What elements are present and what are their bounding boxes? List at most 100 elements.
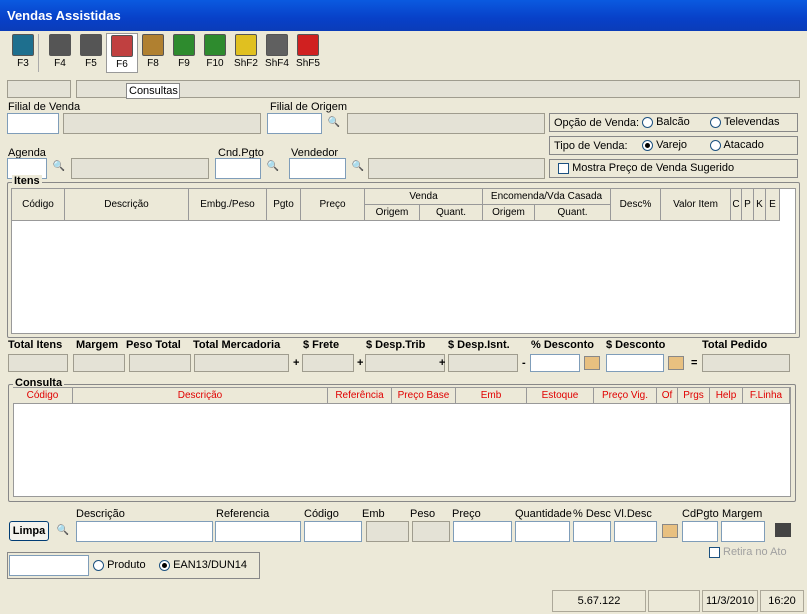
vendedor-search-icon[interactable]: 🔍 [350,160,366,174]
filial-origem-search-icon[interactable]: 🔍 [326,116,342,130]
vl-desc-key-icon[interactable] [662,524,678,538]
search-label-margem: Margem [722,508,763,520]
tools-icon [142,34,164,56]
status-time: 16:20 [760,590,804,612]
limpa-button[interactable]: Limpa [9,521,49,541]
toolbar-button-f10[interactable]: F10 [199,33,231,73]
itens-col-descricao[interactable]: Descrição [65,189,189,221]
total-operator-4: = [691,357,698,369]
toolbar-button-shf5[interactable]: ShF5 [292,33,324,73]
itens-col-desc[interactable]: Desc% [611,189,661,221]
radio-balcao[interactable]: Balcão [642,116,690,128]
search-binoculars-icon[interactable]: 🔍 [55,524,71,538]
tab-blank[interactable] [7,80,71,98]
cnd-pgto-input[interactable] [215,158,261,179]
search-field-margem[interactable] [721,521,765,542]
total-field-desconto[interactable] [606,354,664,372]
consulta-col-6[interactable]: Preço Vig. [594,388,657,404]
itens-col-quant[interactable]: Quant. [420,205,483,221]
itens-col-quant2[interactable]: Quant. [535,205,611,221]
toolbar-button-f9[interactable]: F9 [168,33,200,73]
search-field-descricao[interactable] [76,521,213,542]
toolbar-button-f3[interactable]: F3 [7,33,39,73]
total-field-total_itens [8,354,68,372]
search-label-codigo: Código [304,508,339,520]
retira-no-ato-checkbox[interactable]: Retira no Ato [709,546,787,558]
save-disk-icon[interactable] [775,523,791,537]
mostra-preco-box [558,162,569,174]
itens-col-codigo[interactable]: Código [12,189,65,221]
itens-col-p[interactable]: P [742,189,754,221]
consulta-col-1[interactable]: Descrição [73,388,328,404]
total-field-frete [302,354,354,372]
itens-col-venda[interactable]: Venda [365,189,483,205]
toolbar-key-label: ShF4 [265,58,289,69]
search-field-cdpgto[interactable] [682,521,718,542]
search-field-vl_desc[interactable] [614,521,657,542]
itens-col-origem2[interactable]: Origem [483,205,535,221]
search-field-preco[interactable] [453,521,512,542]
toolbar-button-f4[interactable]: F4 [44,33,76,73]
toolbar-button-f5[interactable]: F5 [75,33,107,73]
radio-ean-label: EAN13/DUN14 [173,559,248,571]
consulta-col-10[interactable]: F.Linha [743,388,790,404]
filial-venda-input[interactable] [7,113,59,134]
filial-origem-label: Filial de Origem [270,101,348,113]
itens-col-pgto[interactable]: Pgto [267,189,301,221]
filial-venda-label: Filial de Venda [8,101,81,113]
itens-col-c[interactable]: C [731,189,742,221]
filial-origem-input[interactable] [267,113,322,134]
consulta-col-8[interactable]: Prgs [678,388,710,404]
document-icon [49,34,71,56]
itens-col-k[interactable]: K [754,189,766,221]
total-label-total_mercadoria: Total Mercadoria [193,339,281,351]
cnd-pgto-search-icon[interactable]: 🔍 [265,160,281,174]
consulta-col-3[interactable]: Preço Base [392,388,456,404]
radio-atacado[interactable]: Atacado [710,139,764,151]
consulta-col-5[interactable]: Estoque [527,388,594,404]
consulta-col-4[interactable]: Emb [456,388,527,404]
search-field-referencia[interactable] [215,521,301,542]
itens-col-preco[interactable]: Preço [301,189,365,221]
total-label-total_itens: Total Itens [8,339,63,351]
total-field-total_mercadoria [194,354,289,372]
radio-produto-circle [93,559,104,571]
agenda-search-icon[interactable]: 🔍 [51,160,67,174]
itens-col-e[interactable]: E [766,189,780,221]
consulta-col-9[interactable]: Help [710,388,743,404]
filial-venda-desc [63,113,261,134]
itens-col-embg[interactable]: Embg./Peso [189,189,267,221]
toolbar-button-shf4[interactable]: ShF4 [261,33,293,73]
vendedor-input[interactable] [289,158,346,179]
tab-consultas[interactable]: Consultas [126,83,180,99]
consulta-col-2[interactable]: Referência [328,388,392,404]
itens-col-origem[interactable]: Origem [365,205,420,221]
radio-produto[interactable]: Produto [93,559,146,571]
radio-varejo[interactable]: Varejo [642,139,687,151]
toolbar-button-f6[interactable]: F6 [106,33,138,73]
search-field-pct_desc[interactable] [573,521,611,542]
copy-icon [80,34,102,56]
total-label-total_pedido: Total Pedido [702,339,768,351]
mostra-preco-label: Mostra Preço de Venda Sugerido [572,162,735,174]
radio-ean[interactable]: EAN13/DUN14 [159,559,247,571]
toolbar-key-label: F10 [206,58,224,69]
radio-televendas[interactable]: Televendas [710,116,780,128]
itens-col-valor[interactable]: Valor Item [661,189,731,221]
search-field-quantidade[interactable] [515,521,570,542]
desconto-key-icon[interactable] [668,356,684,370]
search-field-codigo[interactable] [304,521,362,542]
mostra-preco-checkbox[interactable]: Mostra Preço de Venda Sugerido [558,162,734,174]
consulta-col-7[interactable]: Of [657,388,678,404]
pct-desconto-key-icon[interactable] [584,356,600,370]
printer-icon [111,35,133,57]
search-label-peso: Peso [410,508,436,520]
total-field-pct_desconto[interactable] [530,354,580,372]
consulta-col-0[interactable]: Código [13,388,73,404]
product-code-input[interactable] [9,555,89,576]
opcao-venda-group: Opção de Venda: Balcão Televendas [549,113,798,132]
itens-col-encomenda[interactable]: Encomenda/Vda Casada [483,189,611,205]
toolbar-button-shf2[interactable]: ShF2 [230,33,262,73]
toolbar-button-f8[interactable]: F8 [137,33,169,73]
opcao-venda-label: Opção de Venda: [554,117,640,129]
